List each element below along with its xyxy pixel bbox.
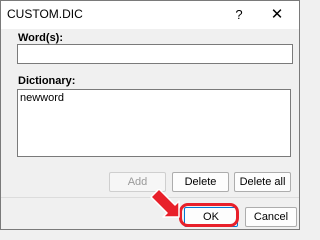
words-label: Word(s):: [18, 32, 64, 44]
delete-all-button[interactable]: Delete all: [234, 172, 291, 192]
list-item[interactable]: newword: [20, 92, 64, 104]
cancel-button[interactable]: Cancel: [245, 207, 297, 227]
help-button[interactable]: ?: [229, 5, 249, 25]
close-button[interactable]: ✕: [265, 5, 289, 25]
dialog-window: CUSTOM.DIC ? ✕ Word(s): Dictionary: neww…: [0, 0, 300, 230]
dictionary-list[interactable]: newword: [17, 89, 291, 157]
ok-highlight-annotation: [179, 203, 239, 227]
words-input[interactable]: [17, 44, 293, 64]
red-arrow-icon: [150, 189, 180, 218]
title-bar[interactable]: CUSTOM.DIC ? ✕: [1, 1, 299, 29]
dialog-title: CUSTOM.DIC: [7, 7, 83, 21]
dictionary-label: Dictionary:: [18, 75, 76, 87]
